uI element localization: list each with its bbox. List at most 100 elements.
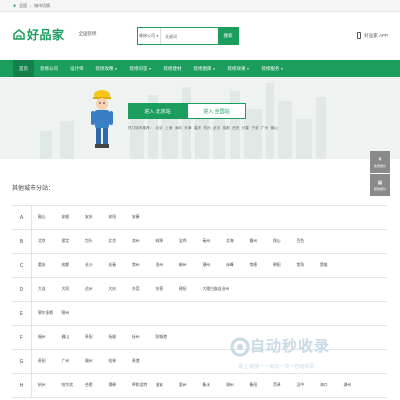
city-link[interactable]: 朝阳 <box>273 263 297 268</box>
city-link[interactable]: 广州 <box>62 359 86 364</box>
city-link[interactable]: 东营 <box>156 287 180 292</box>
city-link[interactable]: 呼和浩特 <box>132 383 156 388</box>
city-link[interactable]: 成都 <box>62 263 86 268</box>
hot-city-link[interactable]: 天津 <box>184 126 191 131</box>
city-link[interactable]: 安顺 <box>62 215 86 220</box>
city-link[interactable]: 包头 <box>85 239 109 244</box>
city-link[interactable]: 鞍山 <box>38 215 62 220</box>
renovation-quote-button[interactable]: ▦ 装修报价 <box>370 174 390 196</box>
city-link[interactable]: 海口 <box>320 383 344 388</box>
nav-item[interactable]: 装修效果 ▼ <box>221 60 255 77</box>
city-link[interactable]: 北京 <box>38 239 62 244</box>
city-link[interactable]: 大连 <box>38 287 62 292</box>
city-link[interactable]: 福州 <box>38 335 62 340</box>
city-link[interactable]: 长沙 <box>85 263 109 268</box>
hot-city-link[interactable]: 佛山 <box>270 126 277 131</box>
search-button[interactable]: 搜索 <box>218 28 238 44</box>
city-link[interactable]: 杭州 <box>38 383 62 388</box>
city-link[interactable]: 菏泽 <box>273 383 297 388</box>
city-link[interactable]: 佛山 <box>62 335 86 340</box>
city-link[interactable]: 贵阳 <box>38 359 62 364</box>
hot-city-link[interactable]: 深圳 <box>175 126 182 131</box>
city-link[interactable]: 衡阳 <box>250 383 274 388</box>
city-link[interactable]: 抚州 <box>132 335 156 340</box>
city-link[interactable]: 哈尔滨 <box>62 383 86 388</box>
city-link[interactable]: 霸州 <box>250 239 274 244</box>
city-link[interactable]: 潮州 <box>203 263 227 268</box>
nav-item[interactable]: 首页 <box>13 60 34 77</box>
city-link[interactable]: 安康 <box>132 215 156 220</box>
current-city[interactable]: 全国 <box>19 3 27 9</box>
city-link[interactable]: 大同 <box>62 287 86 292</box>
logo[interactable]: 好品家 <box>13 26 65 43</box>
hot-city-link[interactable]: 北京 <box>156 126 163 131</box>
city-link[interactable]: 宝鸡 <box>179 239 203 244</box>
city-link[interactable]: 郴州 <box>179 263 203 268</box>
city-link[interactable]: 沧州 <box>156 263 180 268</box>
enter-beijing-button[interactable]: 进入 北京站 <box>128 103 187 119</box>
city-link[interactable]: 蚌埠 <box>156 239 180 244</box>
city-link[interactable]: 湖州 <box>344 383 368 388</box>
chevron-down-icon: ▼ <box>212 66 216 71</box>
city-link[interactable]: 百色 <box>297 239 321 244</box>
hot-city-link[interactable]: 广州 <box>261 126 268 131</box>
city-link[interactable]: 汉中 <box>297 383 321 388</box>
nav-item[interactable]: 装修问答 ▼ <box>123 60 157 77</box>
city-link[interactable]: 抚顺 <box>109 335 133 340</box>
city-link[interactable]: 北海 <box>226 239 250 244</box>
city-link[interactable]: 常州 <box>132 263 156 268</box>
city-link[interactable]: 邯郸 <box>109 383 133 388</box>
city-link[interactable]: 滨州 <box>132 239 156 244</box>
app-download-link[interactable]: 好品家 APP <box>357 32 388 39</box>
city-link[interactable]: 重庆 <box>38 263 62 268</box>
city-link[interactable]: 鄂州 <box>62 311 86 316</box>
city-link[interactable]: 楚雄 <box>320 263 344 268</box>
hot-city-link[interactable]: 西安 <box>232 126 239 131</box>
enter-national-button[interactable]: 进入 全国站 <box>187 103 246 119</box>
city-link[interactable]: 惠州 <box>179 383 203 388</box>
nav-item[interactable]: 设计师 <box>64 60 90 77</box>
city-link[interactable]: 贵港 <box>132 359 156 364</box>
hot-city-link[interactable]: 上海 <box>165 126 172 131</box>
city-link[interactable]: 东莞 <box>132 287 156 292</box>
hot-city-link[interactable]: 长春 <box>242 126 249 131</box>
city-link[interactable]: 常德 <box>250 263 274 268</box>
city-link[interactable]: 北京 <box>109 239 133 244</box>
search-input[interactable] <box>161 28 218 44</box>
city-link[interactable]: 衡水 <box>203 383 227 388</box>
nav-item[interactable]: 装修公司 <box>34 60 64 77</box>
city-link[interactable]: 鄂尔多斯 <box>38 311 62 316</box>
city-link[interactable]: 亳州 <box>203 239 227 244</box>
city-link[interactable]: 桂林 <box>109 359 133 364</box>
city-link[interactable]: 长春 <box>109 263 133 268</box>
city-link[interactable]: 常熟 <box>297 263 321 268</box>
city-link[interactable]: 保定 <box>62 239 86 244</box>
phone-icon <box>357 32 362 39</box>
city-link[interactable]: 阜阳 <box>85 335 109 340</box>
nav-item[interactable]: 装修建材 <box>157 60 187 77</box>
nav-item[interactable]: 装修图库 ▼ <box>187 60 221 77</box>
city-link[interactable]: 大庆 <box>109 287 133 292</box>
hot-city-link[interactable]: 杭州 <box>203 126 210 131</box>
city-link[interactable]: 安阳 <box>109 215 133 220</box>
city-link[interactable]: 防城港 <box>156 335 180 340</box>
city-link[interactable]: 安庆 <box>85 215 109 220</box>
hot-city-link[interactable]: 成都 <box>223 126 230 131</box>
city-link[interactable]: 合肥 <box>85 383 109 388</box>
city-link[interactable]: 保山 <box>273 239 297 244</box>
city-link[interactable]: 湖州 <box>226 383 250 388</box>
city-link[interactable]: 大理白族自治州 <box>203 287 251 292</box>
free-quote-button[interactable]: ¥ 免费报价 <box>370 151 390 173</box>
hot-city-link[interactable]: 宁波 <box>251 126 258 131</box>
nav-item[interactable]: 装修攻略 ▼ <box>90 60 124 77</box>
hot-city-link[interactable]: 武汉 <box>213 126 220 131</box>
city-link[interactable]: 淮安 <box>156 383 180 388</box>
city-link[interactable]: 德阳 <box>179 287 203 292</box>
nav-item[interactable]: 装修服务 ▼ <box>255 60 289 77</box>
city-link[interactable]: 达州 <box>85 287 109 292</box>
search-scope-select[interactable]: 装修公司 ▼ <box>138 28 161 44</box>
hot-city-link[interactable]: 重庆 <box>194 126 201 131</box>
city-link[interactable]: 赣州 <box>85 359 109 364</box>
city-switch-link[interactable]: 城市切换 <box>34 3 50 9</box>
city-link[interactable]: 赤峰 <box>226 263 250 268</box>
